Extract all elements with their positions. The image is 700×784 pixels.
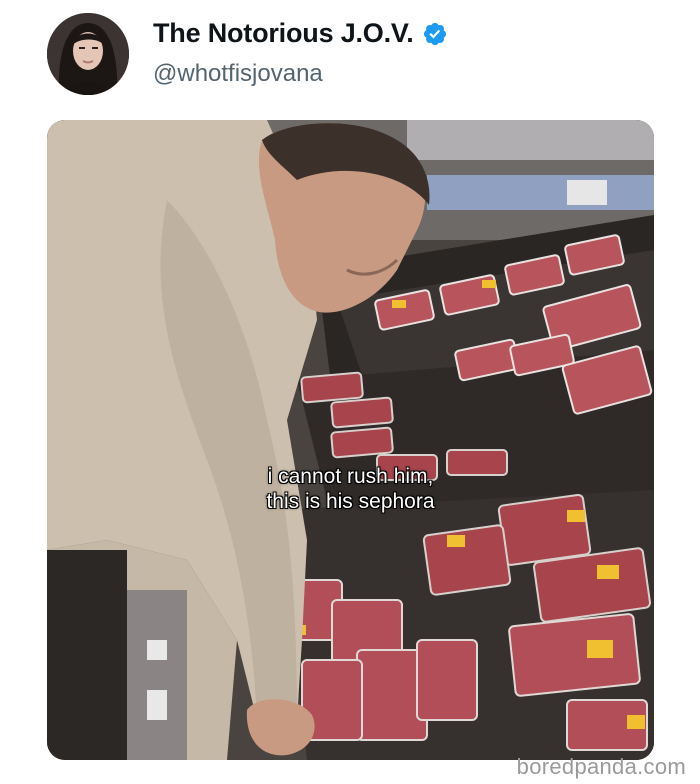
caption-line-1: i cannot rush him, [267, 465, 434, 488]
caption-line-2: this is his sephora [266, 490, 435, 513]
display-name[interactable]: The Notorious J.O.V. [153, 18, 448, 49]
video-caption: i cannot rush him, this is his sephora [47, 464, 654, 514]
display-name-text: The Notorious J.O.V. [153, 18, 414, 48]
verified-badge-icon [423, 22, 446, 45]
handle[interactable]: @whotfisjovana [153, 60, 323, 88]
avatar[interactable] [47, 13, 129, 95]
profile-photo-icon [47, 13, 129, 95]
meat-aisle-photo [47, 120, 654, 760]
tweet-media-photo[interactable]: i cannot rush him, this is his sephora [47, 120, 654, 760]
source-watermark: boredpanda.com [516, 754, 686, 779]
